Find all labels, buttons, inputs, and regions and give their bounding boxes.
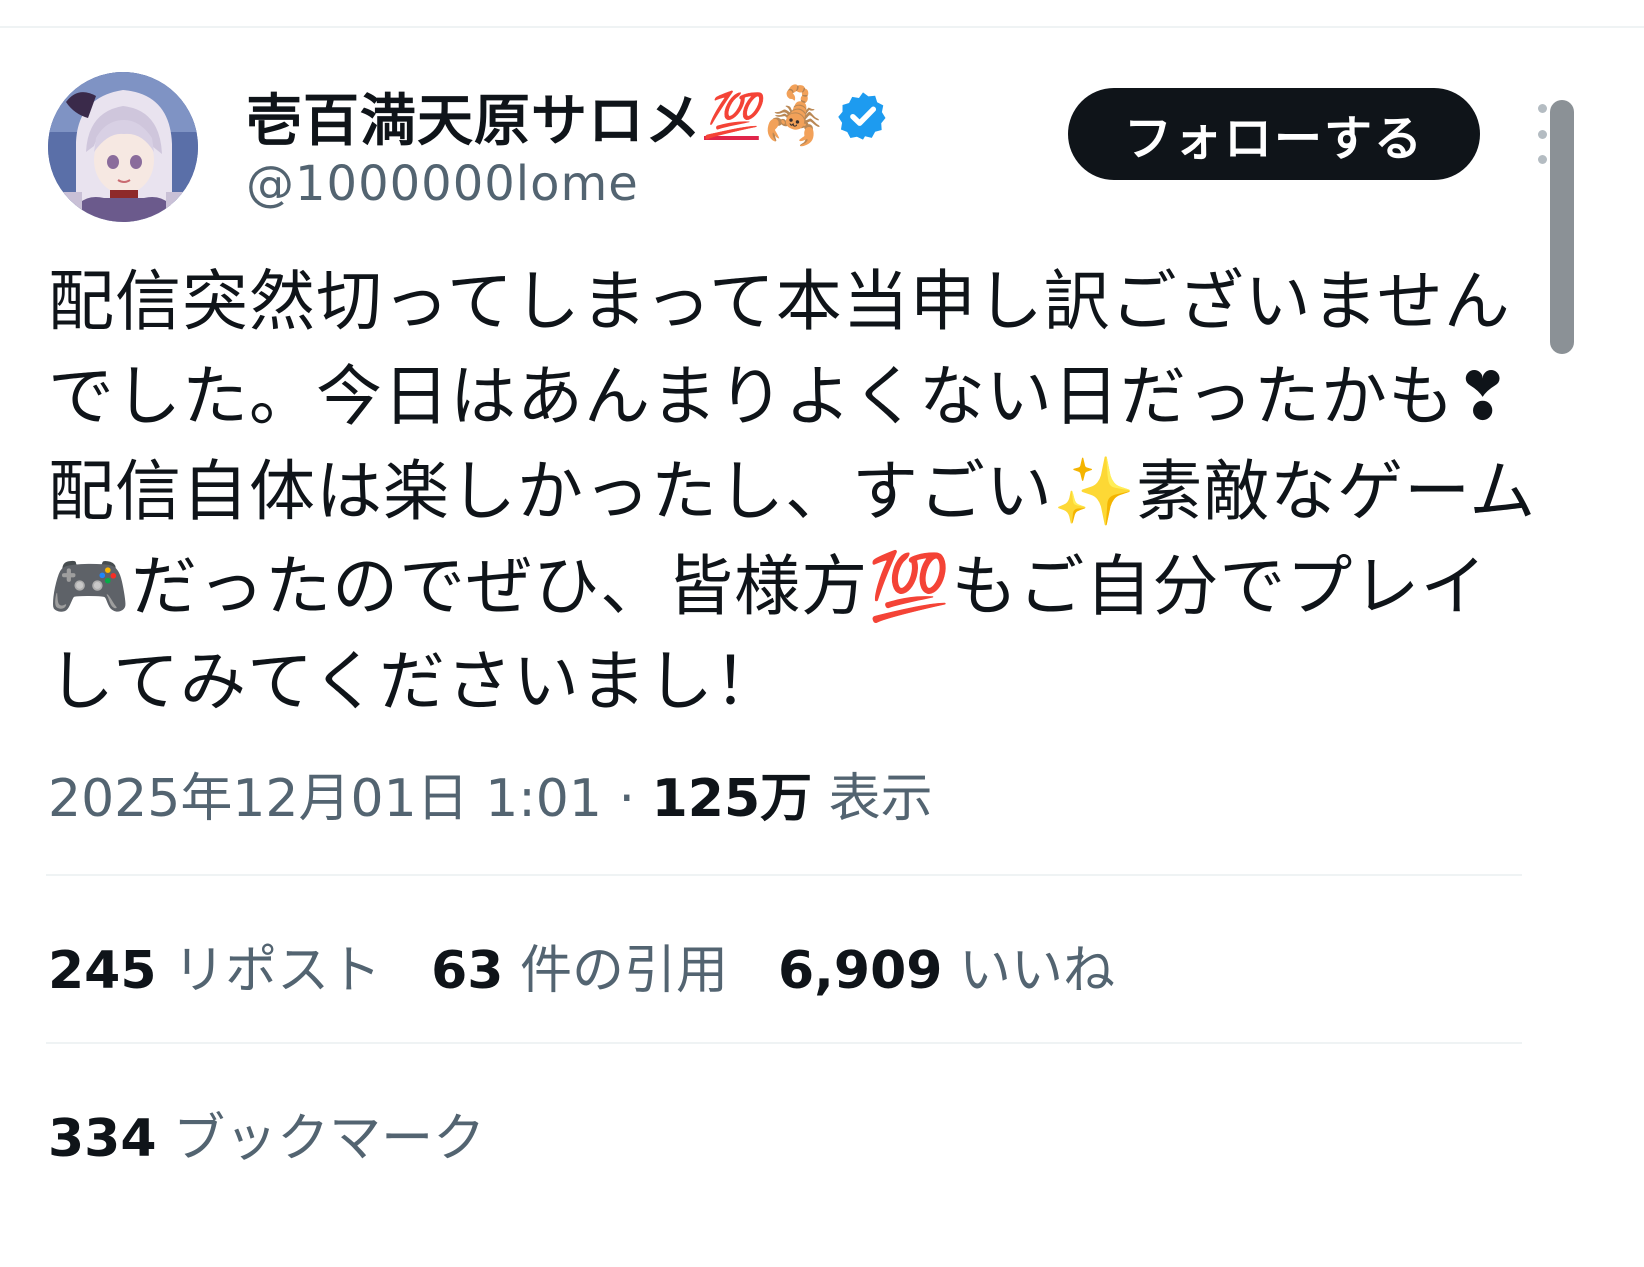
meta-separator: · — [601, 769, 652, 829]
more-dot — [1537, 155, 1547, 164]
stats-divider — [46, 1042, 1522, 1044]
scorpion-icon: 🦂 — [760, 84, 829, 147]
quotes-label: 件の引用 — [503, 941, 728, 1001]
more-dot — [1537, 104, 1547, 113]
tweet-header: 壱百満天原サロメ 💯 🦂 @1000000lome フォローする — [48, 72, 1598, 222]
stat-quotes[interactable]: 63 件の引用 — [431, 928, 728, 1003]
follow-button[interactable]: フォローする — [1068, 88, 1480, 180]
author-handle[interactable]: @1000000lome — [246, 156, 890, 212]
engagement-stats: 245 リポスト 63 件の引用 6,909 いいね — [48, 928, 1165, 1003]
stat-reposts[interactable]: 245 リポスト — [48, 928, 381, 1003]
likes-label: いいね — [942, 941, 1115, 1001]
author-display-name[interactable]: 壱百満天原サロメ — [246, 76, 702, 157]
hundred-points-icon: 💯 — [704, 90, 759, 141]
scrollbar-thumb[interactable] — [1550, 100, 1574, 354]
quotes-count: 63 — [431, 941, 504, 1001]
avatar-image — [48, 72, 198, 222]
more-dot — [1537, 129, 1547, 139]
bookmarks-count: 334 — [48, 1109, 157, 1169]
reposts-label: リポスト — [156, 941, 382, 1001]
bookmarks-label: ブックマーク — [156, 1109, 486, 1169]
top-divider — [0, 26, 1644, 28]
reposts-count: 245 — [48, 941, 157, 1001]
meta-divider — [46, 874, 1522, 876]
tweet-meta: 2025年12月01日 1:01 · 125万 表示 — [48, 756, 933, 831]
tweet-timestamp[interactable]: 2025年12月01日 1:01 — [48, 769, 602, 829]
likes-count: 6,909 — [777, 941, 943, 1001]
views-label: 表示 — [812, 769, 933, 829]
stat-bookmarks[interactable]: 334 ブックマーク — [48, 1096, 485, 1171]
views-count[interactable]: 125万 — [652, 769, 813, 829]
stat-likes[interactable]: 6,909 いいね — [778, 928, 1115, 1003]
avatar[interactable] — [48, 72, 198, 222]
tweet-text: 配信突然切ってしまって本当申し訳ございませんでした。今日はあんまりよくない日だっ… — [48, 263, 1537, 720]
verified-badge-icon[interactable] — [836, 89, 890, 143]
display-name-row: 壱百満天原サロメ 💯 🦂 — [246, 78, 890, 154]
author-names: 壱百満天原サロメ 💯 🦂 @1000000lome — [246, 78, 890, 212]
